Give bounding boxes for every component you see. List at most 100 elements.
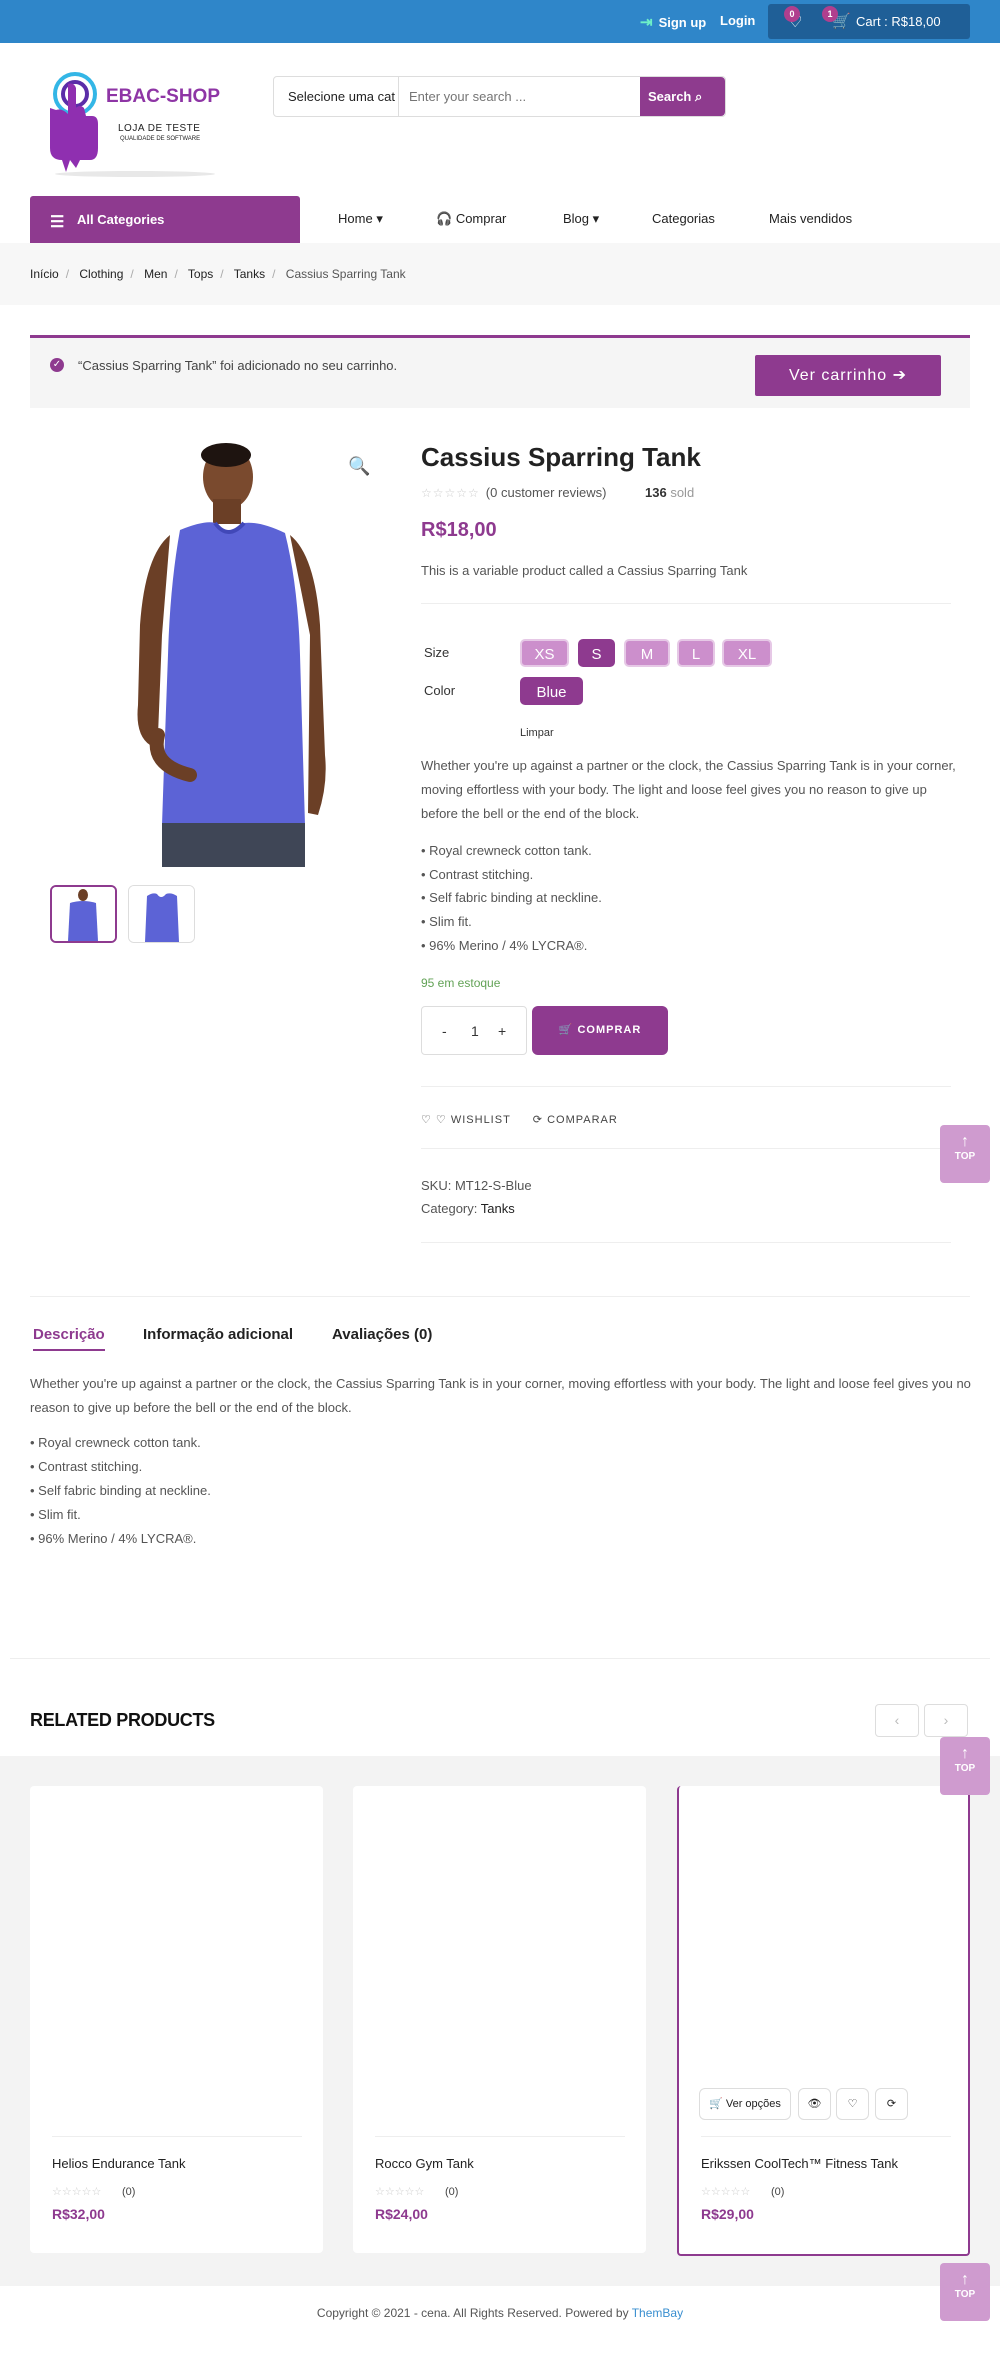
cart-count-badge: 1: [822, 6, 838, 22]
nav-mais-vendidos[interactable]: Mais vendidos: [769, 211, 852, 226]
arrow-right-icon: ➔: [892, 367, 908, 384]
headset-icon: 🎧: [436, 211, 453, 226]
search-category-select[interactable]: Selecione uma cat: [274, 77, 399, 116]
rating-stars-icon: ☆☆☆☆☆: [421, 485, 480, 500]
top-label: TOP: [954, 1763, 976, 1774]
arrow-up-icon: ↑: [961, 1745, 969, 1762]
view-cart-button[interactable]: Ver carrinho ➔: [755, 355, 941, 396]
related-product-price: R$29,00: [701, 2206, 754, 2222]
related-product-name[interactable]: Rocco Gym Tank: [375, 2156, 474, 2171]
nav-categorias[interactable]: Categorias: [652, 211, 715, 226]
size-label: Size: [424, 645, 450, 660]
compare-label: COMPARAR: [547, 1114, 618, 1126]
sold-label: sold: [670, 485, 695, 500]
caret-down-icon: ▾: [592, 211, 600, 226]
sku-line: SKU: MT12-S-Blue: [421, 1178, 532, 1193]
size-swatch-l[interactable]: L: [677, 639, 715, 667]
nav-home[interactable]: Home ▾: [338, 211, 383, 227]
nav-comprar[interactable]: 🎧 Comprar: [436, 211, 506, 227]
wishlist-button[interactable]: ♡ ♡ WISHLIST: [421, 1113, 511, 1126]
all-categories-button[interactable]: ☰ All Categories: [30, 196, 300, 243]
logo-tagline: LOJA DE TESTE: [118, 123, 201, 134]
divider: [421, 603, 951, 604]
color-swatch-blue[interactable]: Blue: [520, 677, 583, 705]
site-logo[interactable]: EBAC-SHOP LOJA DE TESTE QUALIDADE DE SOF…: [40, 68, 230, 178]
logo-brand-text: EBAC-SHOP: [106, 86, 221, 107]
product-short-description: This is a variable product called a Cass…: [421, 563, 748, 578]
related-product-name[interactable]: Helios Endurance Tank: [52, 2156, 185, 2171]
size-swatch-m[interactable]: M: [624, 639, 670, 667]
related-product-price: R$24,00: [375, 2206, 428, 2222]
themebay-link[interactable]: ThemBay: [632, 2306, 683, 2320]
breadcrumb-clothing[interactable]: Clothing: [79, 267, 123, 281]
related-product-name[interactable]: Erikssen CoolTech™ Fitness Tank: [701, 2156, 898, 2171]
breadcrumb-men[interactable]: Men: [144, 267, 167, 281]
tab-avaliacoes[interactable]: Avaliações (0): [332, 1326, 432, 1343]
cart-box: ♡ 0 🛒 1 Cart : R$18,00: [768, 4, 970, 39]
clear-selection-link[interactable]: Limpar: [520, 727, 554, 739]
breadcrumb-tops[interactable]: Tops: [188, 267, 213, 281]
search-button[interactable]: Search ⌕: [640, 77, 725, 116]
tab-descricao[interactable]: Descrição: [33, 1326, 105, 1351]
nav-blog[interactable]: Blog ▾: [563, 211, 599, 227]
quantity-decrease-button[interactable]: -: [442, 1023, 447, 1039]
size-swatch-xs[interactable]: XS: [520, 639, 569, 667]
signup-link[interactable]: ⇥ Sign up: [640, 13, 706, 31]
thumbnail-photo: [52, 887, 115, 941]
top-label: TOP: [954, 1151, 976, 1162]
view-options-button[interactable]: 🛒 Ver opções: [699, 2088, 791, 2120]
compare-button[interactable]: ⟳ COMPARAR: [533, 1113, 618, 1126]
nav-comprar-label: Comprar: [455, 211, 507, 226]
carousel-prev-button[interactable]: ‹: [875, 1704, 919, 1737]
breadcrumb-current: Cassius Sparring Tank: [285, 267, 406, 281]
cart-total-link[interactable]: Cart : R$18,00: [856, 14, 941, 29]
category-line: Category: Tanks: [421, 1201, 515, 1216]
sold-count: 136 sold: [645, 485, 694, 500]
tab-feature-item: • Slim fit.: [30, 1507, 81, 1522]
login-link[interactable]: Login: [720, 13, 755, 28]
product-description: Whether you're up against a partner or t…: [421, 758, 956, 821]
product-thumbnail-1[interactable]: [50, 885, 117, 943]
feature-item: • Contrast stitching.: [421, 867, 534, 882]
size-swatch-xl[interactable]: XL: [722, 639, 772, 667]
copyright: Copyright © 2021 - cena. All Rights Rese…: [0, 2306, 1000, 2320]
back-to-top-button[interactable]: ↑ TOP: [940, 2263, 990, 2321]
divider: [52, 2136, 302, 2137]
cart-notice: ✓ “Cassius Sparring Tank” foi adicionado…: [30, 335, 970, 408]
zoom-icon[interactable]: 🔍: [348, 456, 370, 477]
related-product-card[interactable]: Rocco Gym Tank ☆☆☆☆☆ (0) R$24,00: [353, 1786, 646, 2253]
nav-home-label: Home: [338, 211, 373, 226]
product-main-image[interactable]: [50, 435, 425, 867]
search-bar: Selecione uma cat Search ⌕: [273, 76, 726, 117]
footer: [0, 2286, 1000, 2362]
back-to-top-button[interactable]: ↑ TOP: [940, 1737, 990, 1795]
related-product-card[interactable]: 🛒 Ver opções 👁 ♡ ⟳ Erikssen CoolTech™ Fi…: [677, 1786, 970, 2256]
sku-value: MT12-S-Blue: [454, 1178, 532, 1193]
wishlist-label: WISHLIST: [450, 1114, 511, 1126]
quick-view-eye-icon[interactable]: 👁: [798, 2088, 831, 2120]
size-swatch-s[interactable]: S: [578, 639, 615, 667]
wishlist-heart-icon[interactable]: ♡: [836, 2088, 869, 2120]
carousel-next-button[interactable]: ›: [924, 1704, 968, 1737]
product-price: R$18,00: [421, 519, 497, 541]
quantity-increase-button[interactable]: +: [498, 1023, 506, 1039]
tab-feature-item: • 96% Merino / 4% LYCRA®.: [30, 1531, 197, 1546]
divider: [421, 1086, 951, 1087]
quantity-value[interactable]: 1: [471, 1023, 479, 1039]
breadcrumb-tanks[interactable]: Tanks: [234, 267, 265, 281]
tab-informacao-adicional[interactable]: Informação adicional: [143, 1326, 293, 1343]
compare-refresh-icon[interactable]: ⟳: [875, 2088, 908, 2120]
arrow-up-icon: ↑: [961, 2271, 969, 2288]
add-to-cart-button[interactable]: 🛒 COMPRAR: [532, 1006, 668, 1055]
category-link[interactable]: Tanks: [481, 1201, 515, 1216]
reviews-link[interactable]: (0 customer reviews): [486, 485, 607, 500]
product-actions: ♡ ♡ WISHLIST ⟳ COMPARAR: [421, 1113, 618, 1126]
related-product-card[interactable]: Helios Endurance Tank ☆☆☆☆☆ (0) R$32,00: [30, 1786, 323, 2253]
breadcrumb-inicio[interactable]: Início: [30, 267, 59, 281]
product-thumbnail-2[interactable]: [128, 885, 195, 943]
back-to-top-button[interactable]: ↑ TOP: [940, 1125, 990, 1183]
search-input[interactable]: [399, 77, 640, 116]
related-product-reviews: (0): [771, 2186, 785, 2198]
feature-item: • 96% Merino / 4% LYCRA®.: [421, 938, 588, 953]
sold-number: 136: [645, 485, 667, 500]
